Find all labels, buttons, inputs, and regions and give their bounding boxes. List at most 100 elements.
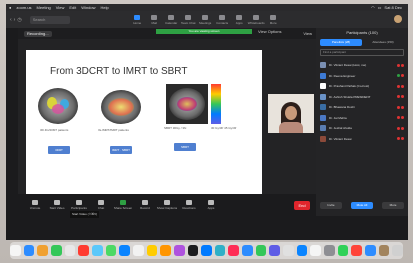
zoom-tab-whiteboards[interactable]: Whiteboards	[248, 14, 265, 25]
dock-app-icon[interactable]	[365, 245, 376, 256]
zoom-tab-contacts[interactable]: Contacts	[215, 14, 230, 25]
apps-button[interactable]: Apps	[200, 200, 222, 210]
history-icon[interactable]: ◷	[17, 17, 21, 23]
mic-icon[interactable]	[397, 137, 400, 141]
camera-icon[interactable]	[401, 84, 404, 88]
camera-icon[interactable]	[401, 126, 404, 130]
view-options-button[interactable]: View Options	[258, 29, 282, 34]
menu-help[interactable]: Help	[101, 4, 109, 11]
mic-icon[interactable]	[397, 116, 400, 120]
toolbar-label: Apps	[207, 206, 215, 210]
dock-app-icon[interactable]	[214, 245, 226, 256]
dock-app-icon[interactable]	[269, 245, 281, 256]
dock-app-icon[interactable]	[37, 245, 48, 256]
participant-row[interactable]: Dr. Bhawana Doshi	[320, 102, 404, 113]
dock-app-icon[interactable]	[310, 245, 322, 256]
laptop-screen: ● zoom.us Meeting View Edit Window Help …	[6, 4, 408, 240]
menubar-clock[interactable]: Sat 8 Dec	[384, 4, 402, 11]
camera-icon[interactable]	[401, 137, 404, 141]
dock-app-icon[interactable]	[146, 245, 158, 256]
mic-icon[interactable]	[397, 84, 400, 88]
zoom-tab-apps[interactable]: Apps	[232, 14, 247, 25]
dock-app-icon[interactable]	[119, 245, 130, 256]
dock-app-icon[interactable]	[173, 245, 185, 256]
camera-icon[interactable]	[401, 105, 404, 109]
dock-app-icon[interactable]	[9, 245, 21, 256]
battery-icon[interactable]: ▭	[378, 4, 382, 11]
mute-all-button[interactable]: Mute All	[351, 202, 373, 209]
participant-row[interactable]: Dr. Jeshal shukla	[320, 123, 404, 134]
menu-edit[interactable]: Edit	[69, 4, 76, 11]
dock-app-icon[interactable]	[187, 245, 199, 256]
dock-app-icon[interactable]	[242, 245, 253, 256]
participant-row[interactable]: Dr. Ashish Shukla PRESIDENT	[320, 92, 404, 103]
participant-search-input[interactable]: Find a participant	[320, 49, 404, 56]
menu-window[interactable]: Window	[81, 4, 95, 11]
dock-app-icon[interactable]	[378, 245, 390, 256]
dock-app-icon[interactable]	[50, 245, 62, 256]
camera-icon[interactable]	[401, 116, 404, 120]
reactions-button[interactable]: Reactions	[178, 200, 200, 210]
unmute-button[interactable]: Unmute	[24, 200, 46, 210]
zoom-tab-more[interactable]: More	[266, 14, 281, 25]
zoom-tab-team-chat[interactable]: Team Chat	[181, 14, 196, 25]
participant-row[interactable]: Dr. Jai Mehta	[320, 113, 404, 124]
zoom-tab-calendar[interactable]: Calendar	[164, 14, 179, 25]
more-button[interactable]: More	[382, 202, 404, 209]
menu-meeting[interactable]: Meeting	[37, 4, 51, 11]
dock-app-icon[interactable]	[160, 245, 171, 256]
camera-icon[interactable]	[401, 95, 404, 99]
mic-icon[interactable]	[397, 105, 400, 109]
dock-app-icon[interactable]	[78, 245, 89, 256]
dock-app-icon[interactable]	[337, 245, 349, 256]
menu-app-name[interactable]: zoom.us	[16, 4, 31, 11]
camera-icon[interactable]	[401, 74, 404, 78]
layout-view-button[interactable]: View	[303, 31, 312, 36]
participant-row[interactable]: Dr. Reena Engineer	[320, 71, 404, 82]
chat-button[interactable]: Chat	[90, 200, 112, 210]
participant-name: Dr. Vikrant Desai	[329, 136, 352, 141]
forward-icon[interactable]: ›	[14, 17, 16, 23]
menu-view[interactable]: View	[56, 4, 65, 11]
dock-app-icon[interactable]	[105, 245, 117, 256]
mic-icon[interactable]	[397, 74, 400, 78]
dock-app-icon[interactable]	[296, 245, 308, 256]
dock-app-icon[interactable]	[324, 245, 335, 256]
apple-icon[interactable]: ●	[9, 4, 11, 11]
mic-icon[interactable]	[397, 95, 400, 99]
dock-app-icon[interactable]	[201, 245, 212, 256]
camera-icon[interactable]	[401, 63, 404, 67]
end-meeting-button[interactable]: End	[294, 200, 310, 210]
dock-app-icon[interactable]	[91, 245, 103, 256]
participant-row[interactable]: Dr. Prashant Pathak (Co-host)	[320, 81, 404, 92]
dock-app-icon[interactable]	[23, 245, 35, 256]
tab-attendees[interactable]: Attendees (150)	[362, 39, 404, 46]
zoom-tab-meetings[interactable]: Meetings	[198, 14, 213, 25]
participant-row[interactable]: Dr. Vikrant Desai	[320, 134, 404, 145]
participant-row[interactable]: Dr. Vikrant Desai (Host, me)	[320, 60, 404, 71]
mic-icon[interactable]	[397, 126, 400, 130]
dock-app-icon[interactable]	[392, 245, 404, 256]
show-captions-button[interactable]: Show Captions	[156, 200, 178, 210]
invite-button[interactable]: Invite	[320, 202, 342, 209]
wifi-icon[interactable]: ◠	[371, 4, 375, 11]
dock-app-icon[interactable]	[64, 245, 76, 256]
zoom-tab-mail[interactable]: Mail	[147, 14, 162, 25]
zoom-tab-home[interactable]: Home	[130, 14, 145, 25]
dock-app-icon[interactable]	[351, 245, 363, 256]
tab-panelists[interactable]: Panelists (28)	[320, 39, 362, 46]
dock-app-icon[interactable]	[228, 245, 240, 256]
start-video-button[interactable]: Start Video	[46, 200, 68, 210]
mic-icon[interactable]	[397, 63, 400, 67]
dock-app-icon[interactable]	[132, 245, 144, 256]
dock-app-icon[interactable]	[283, 245, 294, 256]
back-icon[interactable]: ‹	[10, 17, 12, 23]
dock-app-icon[interactable]	[255, 245, 267, 256]
share-screen-button[interactable]: Share Screen	[112, 200, 134, 210]
speaker-video-tile[interactable]	[268, 94, 314, 133]
participants-button[interactable]: Participants	[68, 200, 90, 210]
avatar[interactable]	[394, 15, 402, 23]
zoom-search-input[interactable]: Search	[29, 15, 70, 24]
recording-indicator[interactable]: Recording...	[24, 31, 52, 37]
record-button[interactable]: Record	[134, 200, 156, 210]
